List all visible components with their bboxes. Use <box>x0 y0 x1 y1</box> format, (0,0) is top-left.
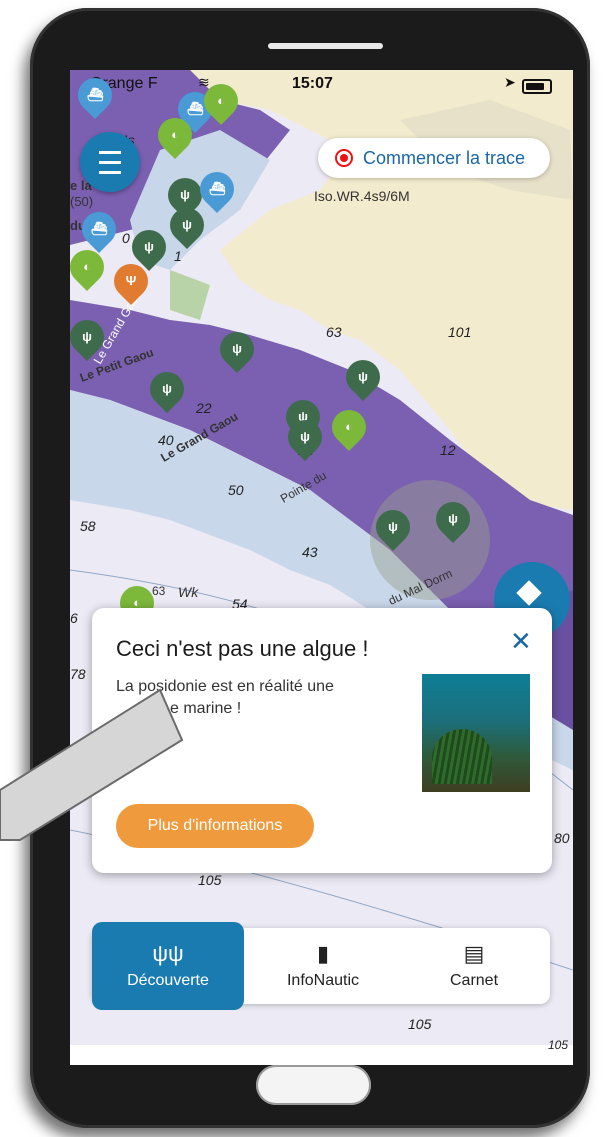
pointer-arrow-overlay <box>0 688 184 841</box>
home-button[interactable] <box>256 1065 371 1105</box>
